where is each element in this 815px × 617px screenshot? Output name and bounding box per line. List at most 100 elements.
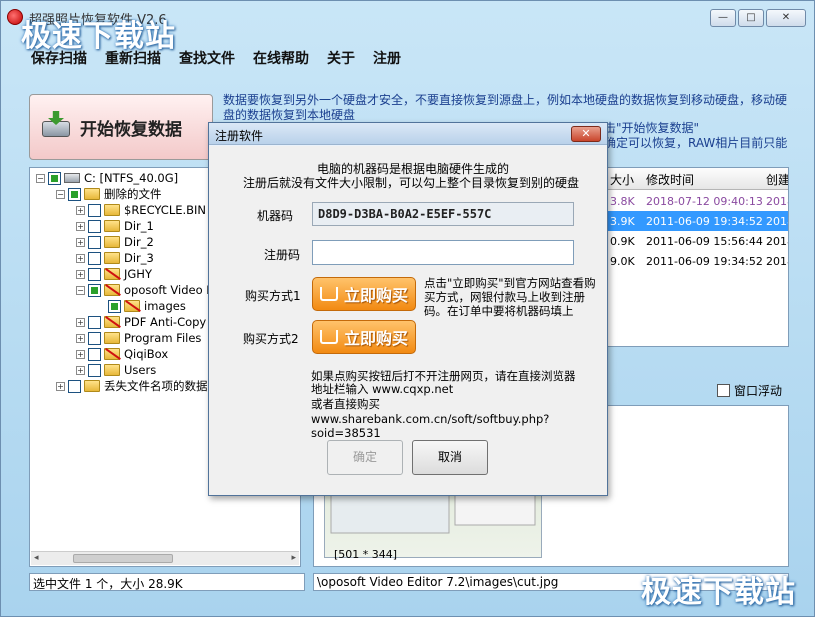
tree-checkbox[interactable] [88,219,101,233]
tree-item[interactable]: + Dir_1 [76,218,154,234]
watermark-top: 极速下载站 [21,19,176,54]
expand-icon[interactable]: + [76,365,85,375]
tree-checkbox[interactable] [88,251,101,265]
tree-checkbox[interactable] [88,203,101,217]
expand-icon[interactable]: + [76,237,85,247]
tree-checkbox[interactable] [88,235,101,249]
collapse-icon[interactable]: − [56,189,65,199]
tree-item[interactable]: + JGHY [76,266,152,282]
expand-icon[interactable]: + [76,269,85,279]
collapse-icon[interactable]: − [36,173,45,183]
dialog-close-button[interactable]: ✕ [571,126,601,142]
float-window-option[interactable]: 窗口浮动 [717,382,782,399]
expand-icon[interactable]: + [76,333,85,343]
tree-item[interactable]: + $RECYCLE.BIN [76,202,206,218]
menu-online-help[interactable]: 在线帮助 [253,48,309,68]
folder-icon [104,220,120,232]
purchase-hint: 如果点购买按钮后打不开注册网页，请在直接浏览器 地址栏输入 www.cqxp.n… [311,369,576,396]
deleted-folder-icon [104,268,120,280]
tree-checkbox[interactable] [88,283,101,297]
tree-drive-c[interactable]: − C: [NTFS_40.0G] [36,170,178,186]
tree-checkbox[interactable] [88,267,101,281]
expand-icon[interactable]: + [76,221,85,231]
purchase-url[interactable]: www.sharebank.com.cn/soft/softbuy.php?so… [311,412,607,440]
expand-icon[interactable]: + [76,253,85,263]
buy-option1-description: 点击"立即购买"到官方网站查看购买方式，网银付款马上收到注册码。在订单中要将机器… [424,276,596,318]
col-size[interactable]: 大小 [610,171,634,188]
tree-item[interactable]: + 丢失文件名项的数据 [56,378,208,394]
ok-button[interactable]: 确定 [327,440,403,475]
scroll-thumb[interactable] [73,554,173,563]
tree-checkbox[interactable] [88,363,101,377]
recovery-notice: 数据要恢复到另外一个硬盘才安全，不要直接恢复到源盘上，例如本地硬盘的数据恢复到移… [223,93,788,122]
minimize-button[interactable]: — [710,9,736,27]
tree-horizontal-scrollbar[interactable]: ◂ ▸ [31,551,299,565]
tree-checkbox[interactable] [108,299,121,313]
start-recovery-button[interactable]: 开始恢复数据 [29,94,213,160]
tree-checkbox[interactable] [88,347,101,361]
deleted-folder-icon [124,300,140,312]
float-window-checkbox[interactable] [717,384,730,397]
buy-option1-label: 购买方式1 [245,289,301,303]
tree-checkbox[interactable] [68,379,81,393]
start-recovery-label: 开始恢复数据 [80,119,182,140]
tree-checkbox[interactable] [88,331,101,345]
dialog-title-bar: 注册软件 ✕ [209,123,607,145]
dialog-body: 电脑的机器码是根据电脑硬件生成的 注册后就没有文件大小限制，可以勾上整个目录恢复… [209,146,607,495]
folder-icon [104,236,120,248]
file-list-header: 大小 修改时间 创建 [606,168,788,190]
tree-checkbox[interactable] [68,187,81,201]
tree-checkbox[interactable] [88,315,101,329]
file-row-selected[interactable]: 3.9K 2011-06-09 19:34:52 2018 [606,211,788,231]
drive-icon [64,173,80,183]
menu-register[interactable]: 注册 [373,48,401,68]
menu-find-file[interactable]: 查找文件 [179,48,235,68]
maximize-button[interactable]: □ [738,9,764,27]
col-created[interactable]: 创建 [766,171,788,188]
tree-item[interactable]: + Dir_2 [76,234,154,250]
scroll-right-icon[interactable]: ▸ [291,553,296,563]
reg-code-label: 注册码 [264,248,301,262]
tree-item[interactable]: + PDF Anti-Copy Pro [76,314,228,330]
tree-item[interactable]: + QiqiBox [76,346,168,362]
tree-item[interactable]: + Users [76,362,156,378]
register-dialog: 注册软件 ✕ 电脑的机器码是根据电脑硬件生成的 注册后就没有文件大小限制，可以勾… [208,122,608,496]
tree-item[interactable]: + Dir_3 [76,250,154,266]
tree-item[interactable]: + Program Files [76,330,201,346]
expand-icon[interactable]: + [56,381,65,391]
menu-about[interactable]: 关于 [327,48,355,68]
close-button[interactable]: ✕ [766,9,806,27]
file-row[interactable]: 0.9K 2011-06-09 15:56:44 2018 [606,231,788,251]
dialog-title: 注册软件 [215,129,264,143]
status-selection: 选中文件 1 个，大小 28.9K [29,573,305,591]
folder-icon [104,204,120,216]
window-controls: — □ ✕ [710,9,806,27]
folder-icon [84,380,100,392]
tree-item-selected[interactable]: images [108,298,186,314]
buy-now-button-2[interactable]: 立即购买 [312,320,416,354]
cart-icon [319,287,338,301]
machine-code-label: 机器码 [257,209,294,223]
collapse-icon[interactable]: − [76,285,85,295]
cancel-button[interactable]: 取消 [412,440,488,475]
watermark-bottom: 极速下载站 [641,575,796,610]
deleted-folder-icon [104,316,120,328]
app-window: 超强照片恢复软件 V2.6 — □ ✕ 保存扫描 重新扫描 查找文件 在线帮助 … [0,0,815,617]
file-row[interactable]: 3.8K 2018-07-12 09:40:13 2018 [606,191,788,211]
reg-code-input[interactable] [312,240,574,265]
col-modified[interactable]: 修改时间 [646,171,694,188]
float-window-label: 窗口浮动 [734,384,783,398]
tree-checkbox[interactable] [48,171,61,185]
tree-item[interactable]: − 删除的文件 [56,186,162,202]
file-row[interactable]: 9.0K 2011-06-09 19:34:52 2018 [606,251,788,271]
machine-code-field[interactable]: D8D9-D3BA-B0A2-E5EF-557C [312,202,574,226]
preview-dimensions: [501 * 344] [334,548,398,561]
expand-icon[interactable]: + [76,205,85,215]
expand-icon[interactable]: + [76,349,85,359]
dialog-info-line2: 注册后就没有文件大小限制，可以勾上整个目录恢复到别的硬盘 [243,176,580,190]
recovery-notice-fragment: 击"开始恢复数据" 确定可以恢复，RAW相片目前只能 [604,121,788,150]
expand-icon[interactable]: + [76,317,85,327]
buy-now-button-1[interactable]: 立即购买 [312,277,416,311]
scroll-left-icon[interactable]: ◂ [34,553,39,563]
deleted-folder-icon [104,348,120,360]
